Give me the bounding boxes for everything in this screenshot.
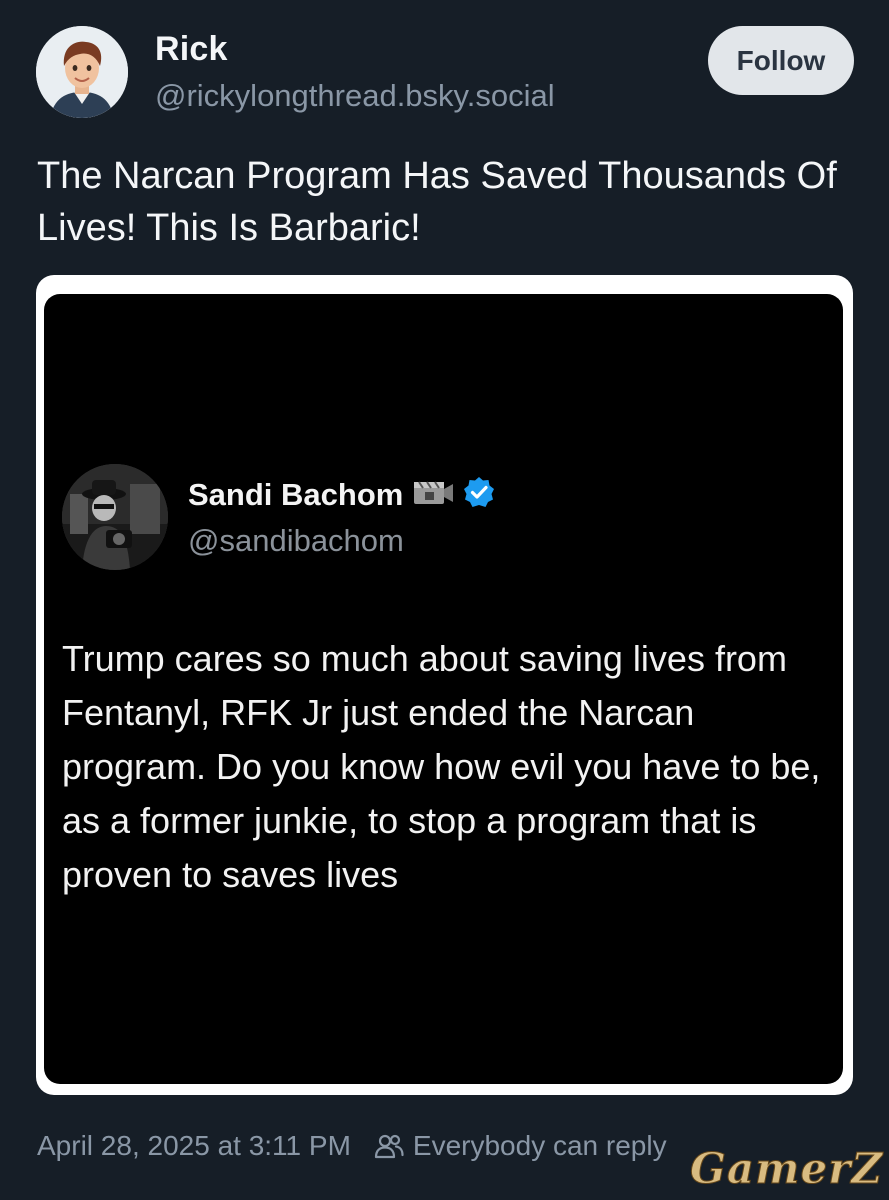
quoted-author-name: Sandi Bachom [188, 476, 404, 512]
verified-badge-icon [463, 476, 495, 513]
post-text: The Narcan Program Has Saved Thousands O… [37, 155, 837, 249]
author-name[interactable]: Rick [155, 30, 228, 69]
quoted-author-avatar [62, 464, 168, 570]
post-timestamp[interactable]: April 28, 2025 at 3:11 PM [37, 1130, 351, 1162]
quoted-post-text: Trump cares so much about saving lives f… [62, 638, 821, 895]
follow-button[interactable]: Follow [708, 26, 854, 95]
post-page: Rick @rickylongthread.bsky.social Follow… [0, 0, 889, 1200]
quoted-author-handle: @sandibachom [188, 523, 404, 558]
camera-icon [411, 477, 455, 512]
author-avatar[interactable] [36, 26, 128, 118]
post-footer: April 28, 2025 at 3:11 PM Everybody can … [37, 1130, 667, 1162]
author-handle[interactable]: @rickylongthread.bsky.social [155, 78, 555, 114]
watermark-logo: GamerZ [689, 1144, 883, 1194]
quoted-name-row: Sandi Bachom [188, 476, 495, 513]
reply-setting-label[interactable]: Everybody can reply [413, 1130, 667, 1162]
people-icon [373, 1130, 405, 1162]
